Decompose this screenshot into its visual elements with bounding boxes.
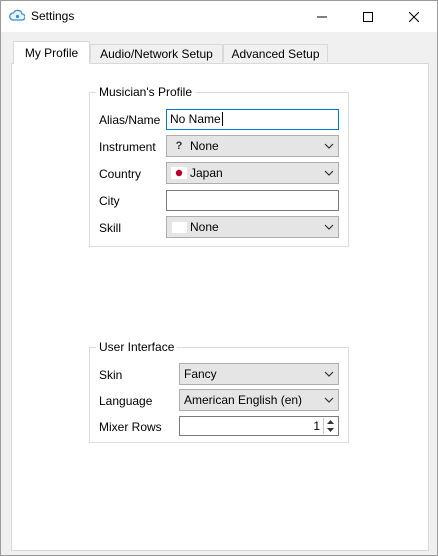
japan-flag-icon	[171, 166, 187, 180]
skin-value: Fancy	[184, 367, 217, 381]
arrow-up-icon	[327, 420, 334, 424]
skill-swatch-icon	[171, 220, 187, 234]
tab-audio-network-setup[interactable]: Audio/Network Setup	[90, 44, 223, 62]
chevron-down-icon	[324, 397, 334, 403]
title-bar[interactable]: Settings	[1, 1, 437, 32]
instrument-value: None	[190, 139, 219, 153]
language-value: American English (en)	[184, 393, 303, 407]
tab-bar: My Profile Audio/Network Setup Advanced …	[1, 41, 437, 64]
alias-name-input[interactable]: No Name	[166, 109, 339, 130]
my-profile-panel: Musician's Profile Alias/Name No Name In…	[11, 63, 429, 551]
country-label: Country	[99, 167, 142, 181]
settings-window: Settings My Profile Audio/Network Setup …	[0, 0, 438, 556]
country-value: Japan	[190, 166, 223, 180]
close-icon	[409, 11, 419, 22]
chevron-down-icon	[324, 371, 334, 377]
instrument-label: Instrument	[99, 140, 156, 154]
mixer-rows-value: 1	[313, 419, 320, 433]
instrument-select[interactable]: ? None	[166, 135, 339, 157]
skill-select[interactable]: None	[166, 216, 339, 238]
skin-label: Skin	[99, 368, 123, 382]
question-mark-icon: ?	[175, 140, 183, 152]
tab-advanced-setup[interactable]: Advanced Setup	[223, 44, 328, 62]
musicians-profile-group: Musician's Profile Alias/Name No Name In…	[89, 85, 349, 247]
skin-select[interactable]: Fancy	[179, 363, 339, 385]
skill-label: Skill	[99, 221, 122, 235]
alias-name-value: No Name	[170, 112, 221, 126]
language-label: Language	[99, 394, 153, 408]
spin-up-button[interactable]	[324, 418, 337, 426]
minimize-icon	[317, 16, 327, 17]
spin-buttons	[323, 418, 337, 434]
alias-label: Alias/Name	[99, 113, 161, 127]
user-interface-title: User Interface	[96, 340, 178, 354]
city-label: City	[99, 194, 120, 208]
maximize-button[interactable]	[345, 1, 391, 32]
spin-down-button[interactable]	[324, 426, 337, 434]
musicians-profile-title: Musician's Profile	[96, 85, 195, 99]
window-title: Settings	[31, 9, 75, 23]
chevron-down-icon	[324, 170, 334, 176]
close-button[interactable]	[391, 1, 437, 32]
app-cloud-icon	[9, 9, 25, 21]
city-input[interactable]	[166, 190, 339, 211]
language-select[interactable]: American English (en)	[179, 389, 339, 411]
arrow-down-icon	[327, 428, 334, 432]
chevron-down-icon	[324, 143, 334, 149]
tab-my-profile[interactable]: My Profile	[13, 41, 90, 64]
mixer-rows-label: Mixer Rows	[99, 420, 162, 434]
minimize-button[interactable]	[299, 1, 345, 32]
chevron-down-icon	[324, 224, 334, 230]
country-select[interactable]: Japan	[166, 162, 339, 184]
mixer-rows-spinbox[interactable]: 1	[179, 416, 339, 436]
skill-value: None	[190, 220, 219, 234]
user-interface-group: User Interface Skin Fancy Language Ameri…	[89, 340, 349, 443]
maximize-icon	[363, 11, 373, 22]
